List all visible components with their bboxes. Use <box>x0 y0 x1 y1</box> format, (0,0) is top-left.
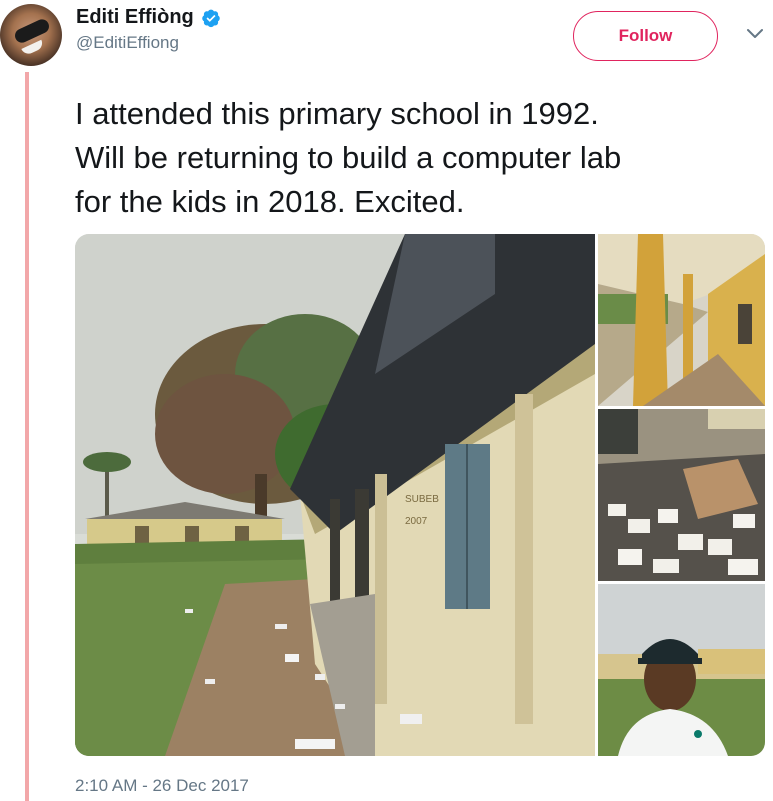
verified-badge-icon <box>201 8 221 28</box>
tweet-text-line: Will be returning to build a computer la… <box>75 140 622 175</box>
tweet-text-line: for the kids in 2018. Excited. <box>75 184 465 219</box>
tweet-timestamp[interactable]: 2:10 AM - 26 Dec 2017 <box>75 776 249 796</box>
classroom-papers-photo[interactable] <box>598 409 765 581</box>
school-sign-text: SUBEB <box>405 494 439 505</box>
avatar-sunglasses <box>12 17 52 45</box>
tweet-text-line: I attended this primary school in 1992. <box>75 96 599 131</box>
tweet-header: Editi Effiòng @EditiEffiong <box>76 6 221 53</box>
follow-button[interactable]: Follow <box>573 11 718 61</box>
school-building-photo[interactable]: SUBEB 2007 <box>75 234 595 756</box>
display-name[interactable]: Editi Effiòng <box>76 6 194 29</box>
media-grid: SUBEB 2007 <box>75 234 765 756</box>
selfie-photo[interactable] <box>598 584 765 756</box>
thread-connector-line <box>25 72 29 801</box>
avatar-smile <box>21 39 45 57</box>
tweet-text: I attended this primary school in 1992. … <box>75 92 770 224</box>
school-sign-year: 2007 <box>405 516 428 527</box>
chevron-down-icon[interactable] <box>745 24 765 44</box>
name-row: Editi Effiòng <box>76 6 221 29</box>
user-handle[interactable]: @EditiEffiong <box>76 33 221 53</box>
corridor-photo[interactable] <box>598 234 765 406</box>
avatar[interactable] <box>0 4 62 66</box>
